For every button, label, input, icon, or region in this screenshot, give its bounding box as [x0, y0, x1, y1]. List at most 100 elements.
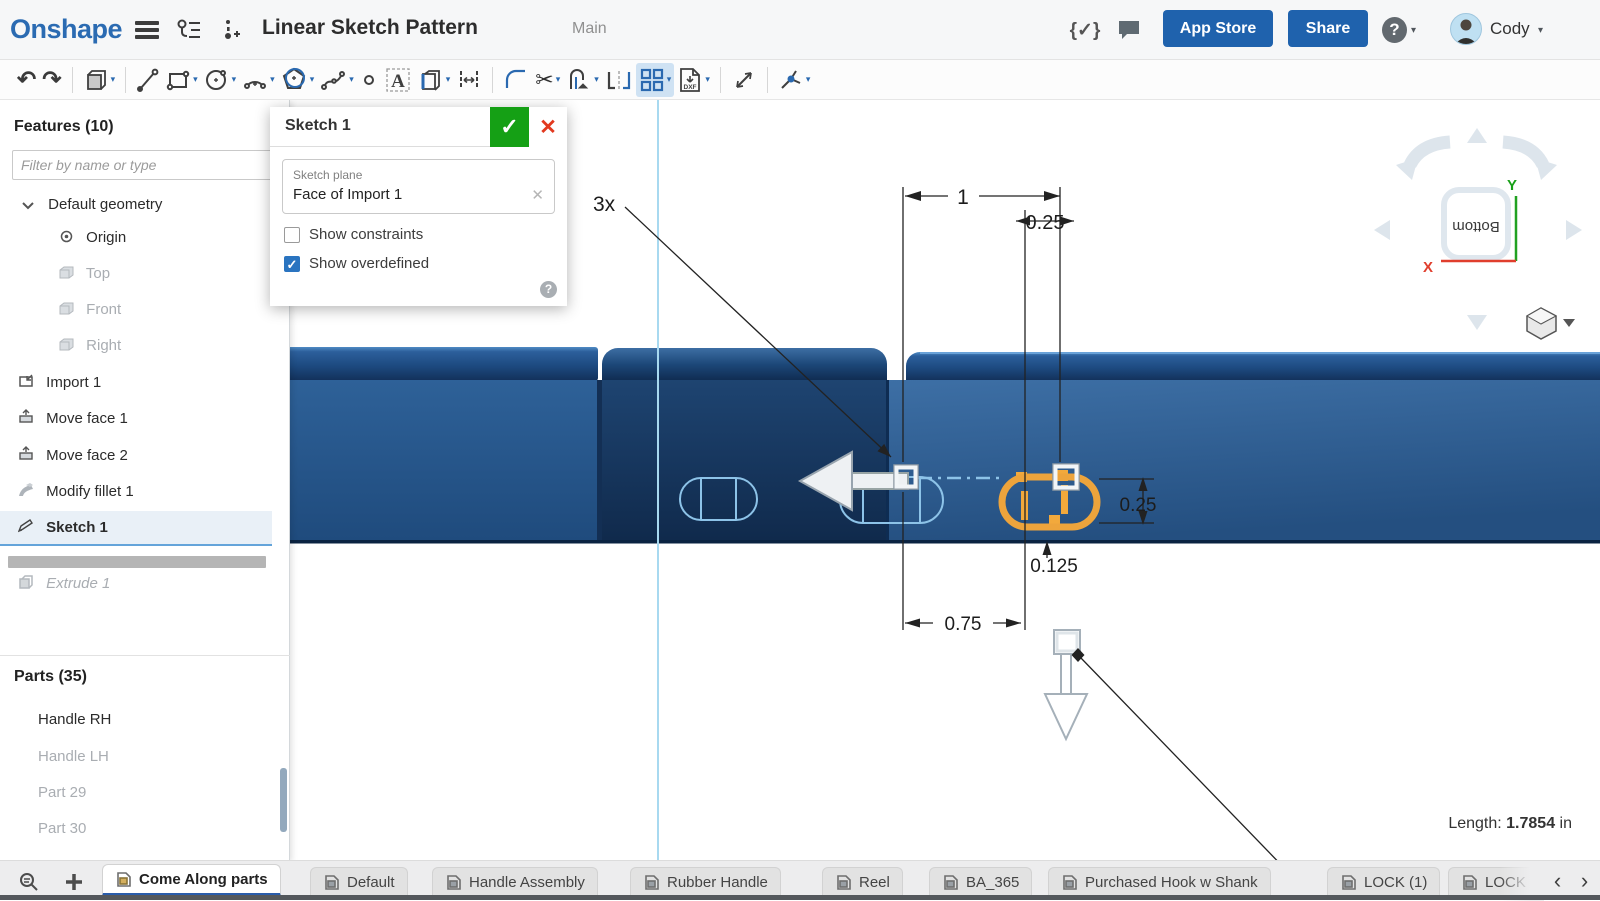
- view-cube[interactable]: Bottom Y X: [1374, 128, 1582, 339]
- length-readout: Length: 1.7854 in: [1448, 815, 1572, 833]
- isometric-view-button[interactable]: [1527, 308, 1575, 339]
- pattern-seed-arrow[interactable]: [1045, 654, 1087, 739]
- measure-tool[interactable]: [728, 63, 760, 97]
- dim-first[interactable]: 0.75: [945, 614, 982, 635]
- api-code-icon[interactable]: {✓}: [1068, 14, 1102, 46]
- trim-tool[interactable]: ✂▾: [532, 63, 563, 97]
- part-item-handle-rh[interactable]: Handle RH: [0, 704, 272, 735]
- accept-button[interactable]: ✓: [490, 107, 529, 147]
- view-cube-face-label[interactable]: Bottom: [1452, 218, 1500, 235]
- sketch-plane-field[interactable]: Sketch plane Face of Import 1 ✕: [282, 159, 555, 214]
- dim-overdefined[interactable]: 0.25: [1026, 212, 1065, 234]
- line-tool[interactable]: [133, 63, 163, 97]
- tree-node-right-plane[interactable]: Right: [0, 330, 272, 361]
- add-tab-icon[interactable]: [56, 867, 92, 896]
- features-header: Features (10): [14, 118, 114, 136]
- part-item-part-29[interactable]: Part 29: [0, 777, 272, 808]
- use-project-tool[interactable]: ▾: [415, 63, 454, 97]
- part-body[interactable]: [285, 347, 1600, 544]
- polygon-tool[interactable]: ▾: [278, 63, 318, 97]
- cancel-button[interactable]: ✕: [529, 107, 567, 147]
- parts-scrollbar[interactable]: [280, 768, 287, 832]
- help-icon[interactable]: ? ▾: [1382, 14, 1416, 46]
- tree-node-top-plane[interactable]: Top: [0, 258, 272, 289]
- show-constraints-checkbox[interactable]: [284, 227, 300, 243]
- version-graph-icon[interactable]: [172, 14, 206, 46]
- user-menu-caret[interactable]: ▾: [1538, 25, 1543, 36]
- tab-reel[interactable]: Reel: [822, 867, 903, 896]
- feature-move-face-1[interactable]: Move face 1: [0, 403, 272, 434]
- point-tool[interactable]: [357, 63, 381, 97]
- tree-node-origin[interactable]: Origin: [0, 222, 272, 253]
- tab-handle-assembly[interactable]: Handle Assembly: [432, 867, 598, 896]
- tab-rubber-handle[interactable]: Rubber Handle: [630, 867, 781, 896]
- offset-tool[interactable]: ▾: [563, 63, 602, 97]
- circle-tool[interactable]: ▾: [201, 63, 240, 97]
- feature-move-face-2[interactable]: Move face 2: [0, 440, 272, 471]
- redo-button[interactable]: ↷: [39, 63, 64, 97]
- clear-selection-icon[interactable]: ✕: [531, 186, 544, 204]
- dimension-tool[interactable]: [453, 63, 485, 97]
- spline-tool[interactable]: ▾: [317, 63, 357, 97]
- search-tabs-icon[interactable]: [12, 867, 48, 896]
- sketch-dialog-titlebar[interactable]: Sketch 1 ✓ ✕: [270, 107, 567, 147]
- move-face-icon: [16, 404, 36, 435]
- rollback-bar[interactable]: [8, 556, 266, 568]
- undo-button[interactable]: ↶: [14, 63, 39, 97]
- show-overdefined-checkbox[interactable]: ✓: [284, 256, 300, 272]
- insert-derived-tool[interactable]: ▾: [80, 63, 119, 97]
- dim-offset[interactable]: 0.125: [1030, 556, 1078, 577]
- app-store-button[interactable]: App Store: [1163, 10, 1273, 47]
- tree-node-front-plane[interactable]: Front: [0, 294, 272, 325]
- document-title[interactable]: Linear Sketch Pattern: [262, 16, 478, 40]
- export-dxf-tool[interactable]: DXF ▾: [674, 63, 713, 97]
- share-button[interactable]: Share: [1288, 10, 1368, 47]
- feature-extrude-1[interactable]: Extrude 1: [0, 568, 272, 599]
- dim-slot-height[interactable]: 0.25: [1120, 495, 1157, 516]
- sketch-toolbar: ↶ ↷ ▾ ▾ ▾ ▾ ▾ ▾ A ▾ ✂▾ ▾ ▾: [0, 60, 1600, 100]
- document-tab-bar: Come Along parts Default Handle Assembly…: [0, 860, 1600, 900]
- tab-purchased-hook[interactable]: Purchased Hook w Shank: [1048, 867, 1271, 896]
- chevron-down-icon[interactable]: [18, 190, 38, 221]
- dim-count[interactable]: 3x: [593, 193, 616, 216]
- tab-lock-1[interactable]: LOCK (1): [1327, 867, 1440, 896]
- dialog-title: Sketch 1: [285, 117, 351, 135]
- show-overdefined-label: Show overdefined: [309, 255, 429, 272]
- plane-icon: [56, 259, 76, 290]
- workspace-name[interactable]: Main: [572, 20, 607, 38]
- feature-filter-input[interactable]: [12, 150, 274, 180]
- feature-import-1[interactable]: Import 1: [0, 367, 272, 398]
- dim-spacing[interactable]: 1: [957, 186, 969, 209]
- rollback-insert-line: [0, 544, 272, 546]
- comments-icon[interactable]: [1112, 14, 1146, 46]
- sketch-plane-label: Sketch plane: [293, 168, 544, 182]
- tabs-scroll-right[interactable]: ›: [1571, 865, 1598, 897]
- follow-mode-icon[interactable]: [214, 14, 248, 46]
- user-avatar[interactable]: [1450, 13, 1482, 45]
- tree-node-default-geometry[interactable]: Default geometry: [0, 189, 272, 220]
- top-bar: Onshape Linear Sketch Pattern Main {✓} A…: [0, 0, 1600, 60]
- linear-pattern-tool[interactable]: ▾: [636, 63, 675, 97]
- rectangle-tool[interactable]: ▾: [163, 63, 201, 97]
- tab-default[interactable]: Default: [310, 867, 408, 896]
- user-name[interactable]: Cody: [1490, 19, 1530, 39]
- show-overdefined-row[interactable]: ✓ Show overdefined: [284, 255, 567, 272]
- tabs-scroll-left[interactable]: ‹: [1544, 865, 1571, 897]
- fillet-tool[interactable]: [500, 63, 532, 97]
- feature-modify-fillet-1[interactable]: Modify fillet 1: [0, 476, 272, 507]
- part-item-handle-lh[interactable]: Handle LH: [0, 741, 272, 772]
- dialog-help-icon[interactable]: ?: [540, 281, 557, 298]
- constraint-tool[interactable]: ▾: [775, 63, 814, 97]
- feature-sketch-1[interactable]: Sketch 1: [0, 511, 272, 544]
- show-constraints-row[interactable]: Show constraints: [284, 226, 567, 243]
- onshape-logo[interactable]: Onshape: [10, 14, 122, 45]
- sketch-icon: [16, 512, 36, 545]
- mirror-tool[interactable]: [602, 63, 636, 97]
- text-tool[interactable]: A: [381, 63, 415, 97]
- tab-come-along-parts[interactable]: Come Along parts: [102, 864, 281, 896]
- tab-ba-365[interactable]: BA_365: [929, 867, 1032, 896]
- part-item-part-30[interactable]: Part 30: [0, 813, 272, 844]
- arc-tool[interactable]: ▾: [239, 63, 278, 97]
- sketch-plane-value: Face of Import 1: [293, 186, 544, 203]
- menu-icon[interactable]: [130, 14, 164, 46]
